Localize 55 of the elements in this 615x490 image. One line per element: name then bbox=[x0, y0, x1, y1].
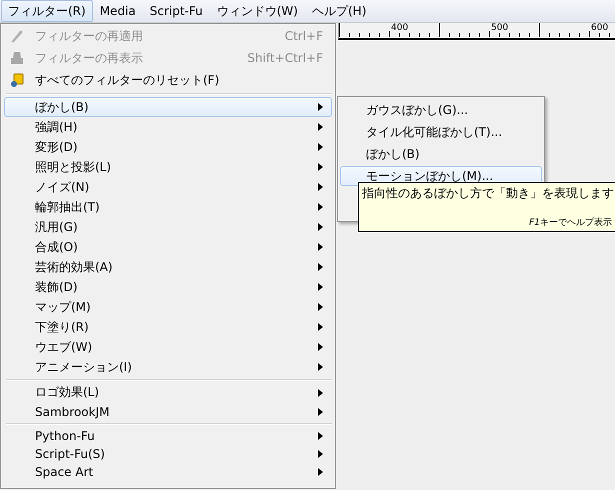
menu-item[interactable]: ガウスぼかし(G)... bbox=[340, 100, 542, 120]
menu-item[interactable]: 輪郭抽出(T) bbox=[4, 197, 332, 217]
submenu-arrow-icon bbox=[318, 343, 323, 351]
menu-bar-item[interactable]: Script-Fu bbox=[142, 0, 210, 22]
ruler-label: 600 bbox=[591, 23, 608, 34]
menu-item[interactable]: ロゴ効果(L) bbox=[4, 383, 332, 402]
menu-item[interactable]: ノイズ(N) bbox=[4, 177, 332, 197]
menu-bar-item[interactable]: ヘルプ(H) bbox=[304, 0, 374, 22]
menu-item[interactable]: Python-Fu bbox=[4, 427, 332, 445]
brush-icon bbox=[9, 28, 25, 44]
menu-item[interactable]: 変形(D) bbox=[4, 137, 332, 157]
menu-bar-item[interactable]: ウィンドウ(W) bbox=[210, 0, 305, 22]
ruler-label: 500 bbox=[491, 23, 508, 34]
menu-item[interactable]: ぼかし(B) bbox=[340, 144, 542, 164]
tooltip-text: 指向性のあるぼかし方で「動き」を表現します bbox=[362, 185, 615, 202]
menu-item[interactable]: 合成(O) bbox=[4, 237, 332, 257]
submenu-arrow-icon bbox=[318, 283, 323, 291]
submenu-arrow-icon bbox=[318, 323, 323, 331]
ruler-label: 400 bbox=[391, 23, 408, 34]
submenu-arrow-icon bbox=[318, 363, 323, 371]
menu-item[interactable]: 強調(H) bbox=[4, 117, 332, 137]
submenu-arrow-icon bbox=[318, 183, 323, 191]
reset-icon bbox=[9, 72, 25, 88]
menu-item[interactable]: タイル化可能ぼかし(T)... bbox=[340, 122, 542, 142]
submenu-arrow-icon bbox=[318, 103, 323, 111]
menu-bar-item[interactable]: Media bbox=[92, 0, 143, 22]
submenu-arrow-icon bbox=[318, 203, 323, 211]
help-hint: F1 キーでヘルプ表示 bbox=[529, 216, 612, 229]
stamp-icon bbox=[9, 50, 25, 66]
menu-item[interactable]: 装飾(D) bbox=[4, 277, 332, 297]
submenu-arrow-icon bbox=[318, 303, 323, 311]
submenu-arrow-icon bbox=[318, 450, 323, 458]
submenu-arrow-icon bbox=[318, 468, 323, 476]
submenu-arrow-icon bbox=[318, 263, 323, 271]
submenu-arrow-icon bbox=[318, 163, 323, 171]
menu-item[interactable]: Script-Fu(S) bbox=[4, 445, 332, 463]
menu-item[interactable]: 照明と投影(L) bbox=[4, 157, 332, 177]
submenu-arrow-icon bbox=[318, 243, 323, 251]
menu-item[interactable]: ぼかし(B) bbox=[4, 97, 332, 117]
menu-item[interactable]: すべてのフィルターのリセット(F) bbox=[4, 69, 332, 91]
menu-item[interactable]: 下塗り(R) bbox=[4, 317, 332, 337]
submenu-arrow-icon bbox=[318, 388, 323, 396]
menu-item[interactable]: マップ(M) bbox=[4, 297, 332, 317]
menu-bar-item[interactable]: フィルター(R) bbox=[1, 0, 93, 22]
submenu-arrow-icon bbox=[318, 408, 323, 416]
menu-item[interactable]: 汎用(G) bbox=[4, 217, 332, 237]
menu-item[interactable]: ウエブ(W) bbox=[4, 337, 332, 357]
menu-item[interactable]: アニメーション(I) bbox=[4, 357, 332, 377]
submenu-arrow-icon bbox=[318, 432, 323, 440]
submenu-arrow-icon bbox=[318, 123, 323, 131]
submenu-arrow-icon bbox=[318, 143, 323, 151]
submenu-arrow-icon bbox=[318, 223, 323, 231]
menu-item[interactable]: 芸術的効果(A) bbox=[4, 257, 332, 277]
menu-item[interactable]: SambrookJM bbox=[4, 402, 332, 421]
menu-item[interactable]: Space Art bbox=[4, 463, 332, 481]
